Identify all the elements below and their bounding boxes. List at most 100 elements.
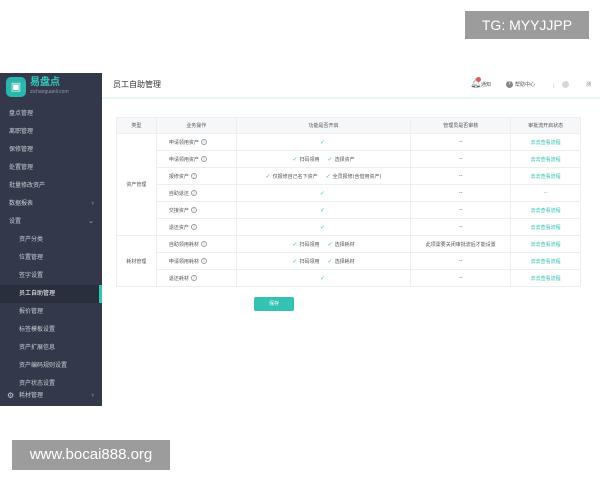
view-process-link[interactable]: 去去查看流程 [531,276,561,282]
notice-link[interactable]: 通知 [481,73,491,97]
sidebar-item[interactable]: 员工自助管理 [0,285,102,303]
checkmark-icon[interactable]: ✓ [292,241,297,248]
column-header: 类型 [116,117,157,134]
help-hint-icon[interactable]: ? [190,224,197,230]
view-process-link[interactable]: 去去查看流程 [531,174,561,180]
table-row: 耗材管理 自助领用耗材? ✓ 扫码领用 ✓ 选择耗材 此项需要关闭审批流后才能设置 去去查看流… [116,235,581,287]
help-hint-icon[interactable]: ? [190,190,197,196]
checkmark-icon[interactable]: ✓ [320,275,325,282]
function-option[interactable]: ✓ [320,207,327,214]
operation-cell: 申请领用资产? [155,150,237,168]
sidebar-item[interactable]: 资产扩展信息 [0,339,102,357]
operation-cell: 交接资产? [155,201,237,219]
chevron-icon: › [91,200,94,207]
checkmark-icon[interactable]: ✓ [326,173,331,180]
function-option[interactable]: ✓ [320,224,327,231]
function-option[interactable]: ✓ [320,275,327,282]
sidebar-item[interactable]: 位置管理 [0,249,102,267]
function-option[interactable]: ✓ 扫码领用 [292,258,320,265]
sidebar-item[interactable]: 报价管理 [0,303,102,321]
function-option-label: 扫码领用 [299,241,320,248]
function-option[interactable]: ✓ 扫码领用 [292,156,320,163]
table-row: 退还耗材? ✓ -- 去去查看流程 [117,269,581,287]
operation-label: 申请领用耗材 [168,258,199,265]
function-option[interactable]: ✓ [320,139,327,146]
help-icon[interactable]: ? [506,81,513,88]
operation-cell: 申请领用资产? [155,133,237,151]
avatar[interactable] [562,81,569,88]
function-cell: ✓ 仅报修自己名下资产 ✓ 全员报修(含借用资产) [235,167,412,185]
top-bar-actions: 🔔︎ 通知 ? 帮助中心 | 测 [470,73,600,97]
help-center-link[interactable]: 帮助中心 [515,73,535,97]
function-option-label: 扫码领用 [299,258,320,265]
function-cell: ✓ 扫码领用 ✓ 选择资产 [235,150,412,168]
user-name[interactable]: 测 [586,73,591,97]
operation-label: 交接资产 [168,207,189,214]
operation-cell: 自助领用耗材? [155,235,237,253]
function-option[interactable]: ✓ 选择资产 [328,156,355,163]
checkmark-icon[interactable]: ✓ [292,156,297,163]
checkmark-icon[interactable]: ✓ [266,173,271,180]
view-process-link[interactable]: 去去查看流程 [531,259,561,265]
function-option[interactable]: ✓ [320,190,327,197]
sidebar-item[interactable]: 处置管理 [0,159,102,177]
sidebar-item[interactable]: 批量修改资产 [0,177,102,195]
checkmark-icon[interactable]: ✓ [320,139,325,146]
sidebar-item[interactable]: 保修管理 [0,141,102,159]
help-hint-icon[interactable]: ? [200,241,207,247]
chevron-icon: ⌄ [88,218,94,225]
view-process-link[interactable]: 去去查看流程 [531,208,561,214]
operation-label: 申请领用资产 [168,156,199,163]
checkmark-icon[interactable]: ✓ [292,258,297,265]
function-option[interactable]: ✓ 选择耗材 [328,241,355,248]
help-hint-icon[interactable]: ? [200,258,207,264]
help-hint-icon[interactable]: ? [200,139,207,145]
checkmark-icon[interactable]: ✓ [320,190,325,197]
function-option-label: 全员报修(含借用资产) [332,173,382,180]
sidebar-item-label: 资产扩展信息 [19,345,56,351]
sidebar-item[interactable]: 签字设置 [0,267,102,285]
view-process-link[interactable]: 去去查看流程 [531,242,561,248]
view-process-link[interactable]: 去去查看流程 [531,140,561,146]
sidebar-item-label: 耗材管理 [19,393,44,399]
main-content: 员工自助管理 🔔︎ 通知 ? 帮助中心 | 测 类型 业务操作 功能是否开启 管… [102,73,600,406]
checkmark-icon[interactable]: ✓ [320,207,325,214]
function-option[interactable]: ✓ 全员报修(含借用资产) [326,173,382,180]
function-option[interactable]: ✓ 仅报修自己名下资产 [266,173,318,180]
review-cell: -- [410,269,512,287]
approval-status-cell: 去去查看流程 [510,150,581,168]
function-option-label: 扫码领用 [299,156,320,163]
operation-label: 报修资产 [168,173,189,180]
sidebar-item[interactable]: 离职管理 [0,123,102,141]
sidebar-item[interactable]: 数据报表 › [0,195,102,213]
save-button[interactable]: 保存 [254,297,294,311]
view-process-link[interactable]: 去去查看流程 [531,225,561,231]
help-hint-icon[interactable]: ? [200,156,207,162]
function-option[interactable]: ✓ 扫码领用 [292,241,320,248]
function-cell: ✓ [235,269,412,287]
help-hint-icon[interactable]: ? [190,173,197,179]
view-process-link[interactable]: 去去查看流程 [531,157,561,163]
sidebar-item-label: 数据报表 [9,201,34,207]
column-header: 审批流开启状态 [510,117,581,134]
approval-status-cell: 去去查看流程 [510,201,581,219]
sidebar-item[interactable]: 资产分类 [0,231,102,249]
logo-text: 易盘点 [30,77,60,88]
logo[interactable]: ▣ 易盘点 zichanguanli.com [6,77,96,99]
page-title: 员工自助管理 [113,80,161,89]
checkmark-icon[interactable]: ✓ [328,241,333,248]
sidebar: ▣ 易盘点 zichanguanli.com 盘点管理离职管理 保修管理 处置管理批… [0,73,102,406]
sidebar-item[interactable]: 盘点管理 [0,105,102,123]
sidebar-item[interactable]: 标签模板设置 [0,321,102,339]
sidebar-item-label: 盘点管理 [9,111,34,117]
function-option[interactable]: ✓ 选择耗材 [328,258,355,265]
sidebar-item[interactable]: 设置 ⌄ [0,213,102,231]
checkmark-icon[interactable]: ✓ [328,156,333,163]
checkmark-icon[interactable]: ✓ [328,258,333,265]
sidebar-item-consumables[interactable]: ⚙ 耗材管理 › [0,387,102,405]
help-hint-icon[interactable]: ? [190,207,197,213]
operation-label: 自助领用耗材 [168,241,199,248]
checkmark-icon[interactable]: ✓ [320,224,325,231]
sidebar-item[interactable]: 资产编码规则设置 [0,357,102,375]
help-hint-icon[interactable]: ? [190,275,197,281]
